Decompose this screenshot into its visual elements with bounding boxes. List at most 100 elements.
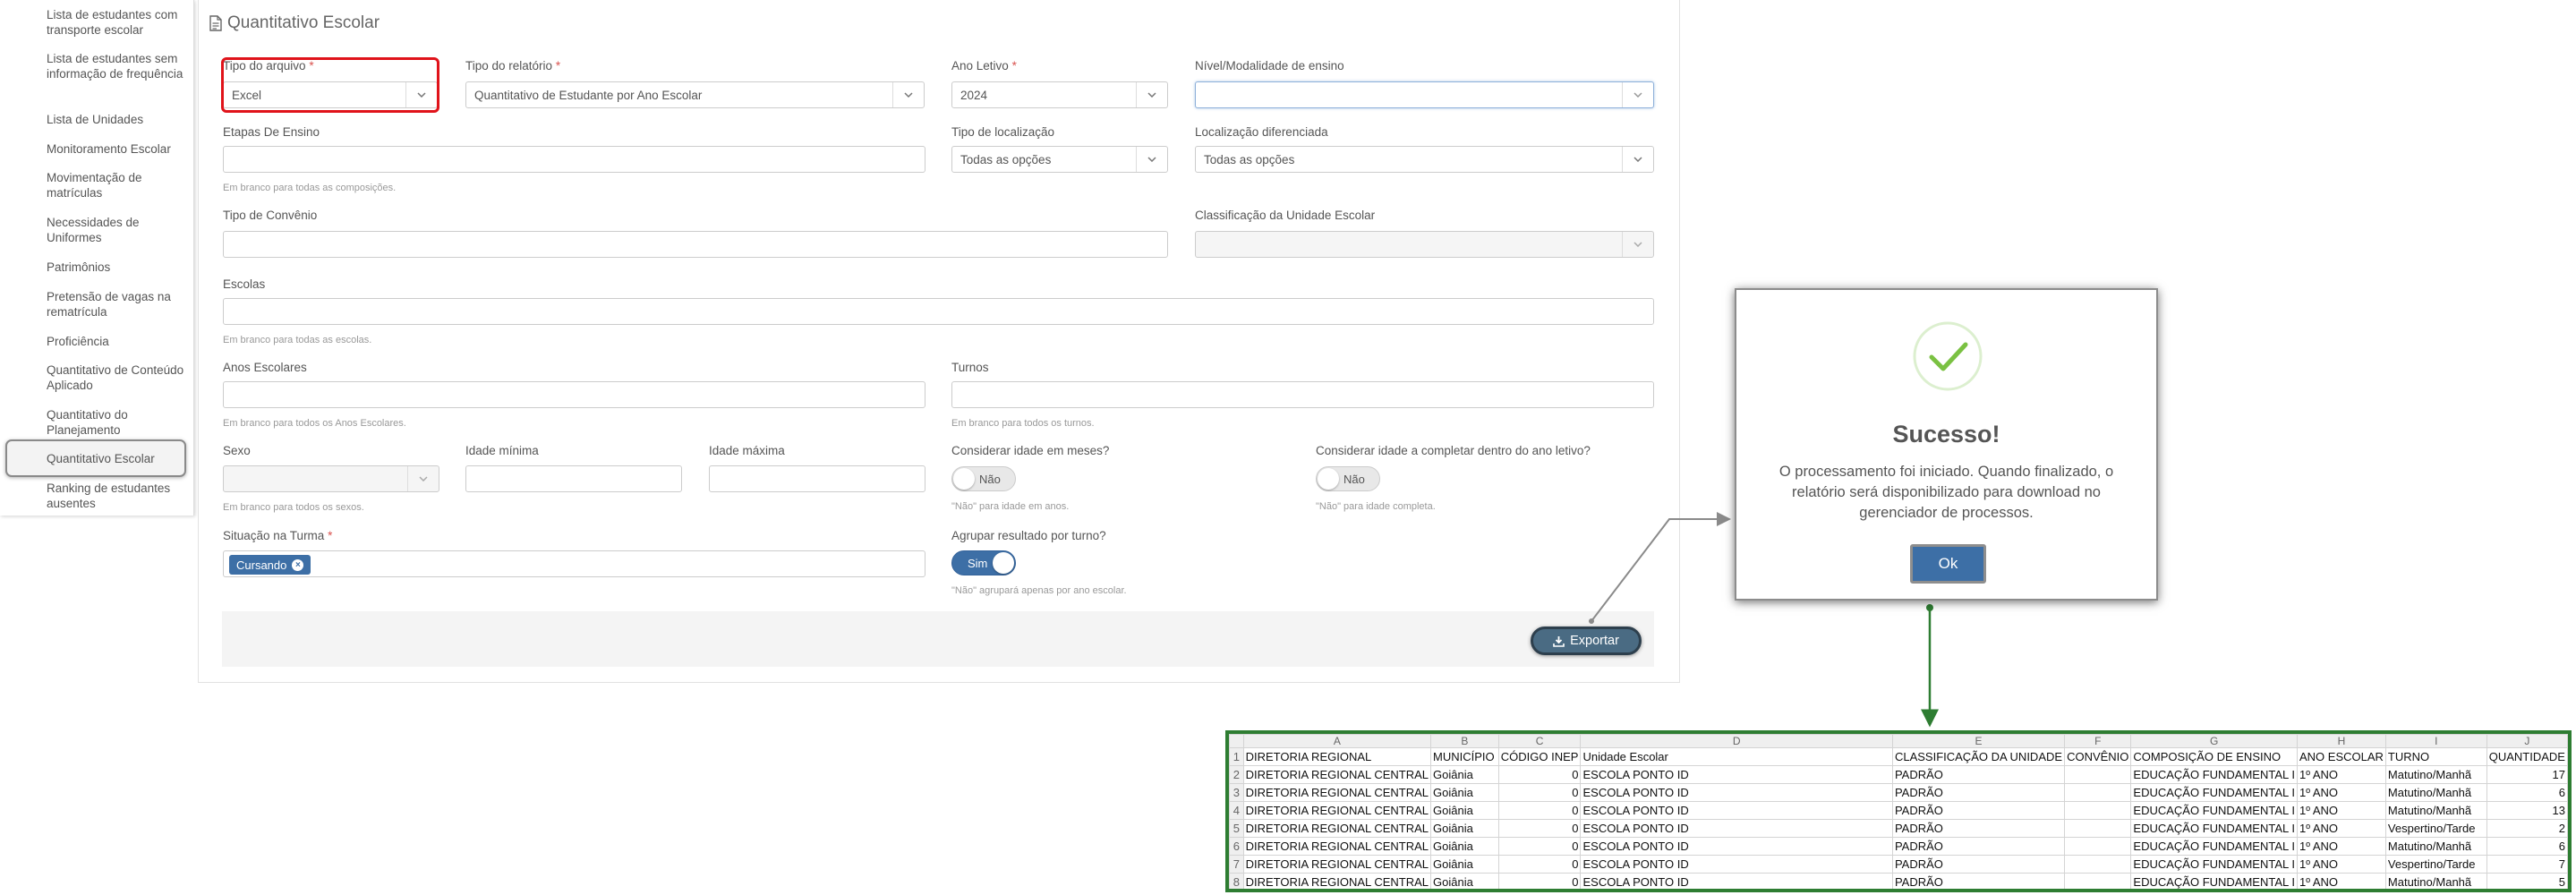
table-cell[interactable]: 7 [2486, 855, 2568, 874]
table-cell[interactable]: EDUCAÇÃO FUNDAMENTAL I [2130, 855, 2298, 874]
table-cell[interactable]: ESCOLA PONTO ID [1580, 783, 1893, 802]
table-cell[interactable]: Matutino/Manhã [2384, 801, 2487, 820]
column-header[interactable]: E [1891, 734, 2066, 748]
table-cell[interactable]: EDUCAÇÃO FUNDAMENTAL I [2130, 873, 2298, 889]
table-cell[interactable]: EDUCAÇÃO FUNDAMENTAL I [2130, 837, 2298, 856]
table-cell[interactable]: 1º ANO [2296, 837, 2386, 856]
column-header[interactable]: F [2064, 734, 2132, 748]
row-number[interactable]: 4 [1229, 801, 1244, 820]
row-number[interactable]: 8 [1229, 873, 1244, 889]
table-cell[interactable]: Goiânia [1430, 837, 1499, 856]
column-header[interactable]: B [1430, 734, 1499, 748]
table-cell[interactable]: PADRÃO [1891, 837, 2066, 856]
table-cell[interactable]: 1º ANO [2296, 855, 2386, 874]
table-cell[interactable]: PADRÃO [1891, 765, 2066, 784]
table-cell[interactable]: Unidade Escolar [1580, 747, 1893, 766]
table-cell[interactable]: DIRETORIA REGIONAL CENTRAL [1242, 873, 1432, 889]
table-cell[interactable]: Matutino/Manhã [2384, 783, 2487, 802]
table-cell[interactable]: 0 [1497, 837, 1582, 856]
table-cell[interactable]: 2 [2486, 819, 2568, 838]
table-cell[interactable]: 1º ANO [2296, 819, 2386, 838]
row-number[interactable]: 5 [1229, 819, 1244, 838]
table-cell[interactable]: 0 [1497, 801, 1582, 820]
column-header[interactable]: D [1580, 734, 1893, 748]
column-header[interactable]: I [2384, 734, 2487, 748]
column-header[interactable]: C [1497, 734, 1582, 748]
table-cell[interactable]: DIRETORIA REGIONAL CENTRAL [1242, 765, 1432, 784]
table-cell[interactable]: Goiânia [1430, 783, 1499, 802]
table-cell[interactable]: PADRÃO [1891, 783, 2066, 802]
table-cell[interactable] [2064, 873, 2132, 889]
table-cell[interactable]: 17 [2486, 765, 2568, 784]
row-number[interactable]: 1 [1229, 747, 1244, 766]
table-cell[interactable]: 0 [1497, 873, 1582, 889]
table-cell[interactable]: EDUCAÇÃO FUNDAMENTAL I [2130, 765, 2298, 784]
column-header[interactable]: A [1242, 734, 1432, 748]
table-cell[interactable]: ESCOLA PONTO ID [1580, 819, 1893, 838]
table-cell[interactable]: ESCOLA PONTO ID [1580, 837, 1893, 856]
table-cell[interactable]: ANO ESCOLAR [2296, 747, 2386, 766]
table-cell[interactable]: EDUCAÇÃO FUNDAMENTAL I [2130, 783, 2298, 802]
table-cell[interactable]: 0 [1497, 765, 1582, 784]
column-header[interactable]: J [2486, 734, 2568, 748]
table-cell[interactable]: 0 [1497, 855, 1582, 874]
table-cell[interactable]: Vespertino/Tarde [2384, 855, 2487, 874]
table-cell[interactable]: 13 [2486, 801, 2568, 820]
table-cell[interactable]: CÓDIGO INEP [1497, 747, 1582, 766]
table-cell[interactable]: ESCOLA PONTO ID [1580, 765, 1893, 784]
table-cell[interactable]: 6 [2486, 783, 2568, 802]
table-cell[interactable]: DIRETORIA REGIONAL CENTRAL [1242, 801, 1432, 820]
table-cell[interactable]: ESCOLA PONTO ID [1580, 873, 1893, 889]
table-cell[interactable]: 1º ANO [2296, 765, 2386, 784]
table-cell[interactable]: DIRETORIA REGIONAL CENTRAL [1242, 819, 1432, 838]
table-cell[interactable]: 1º ANO [2296, 801, 2386, 820]
table-cell[interactable]: MUNICÍPIO [1430, 747, 1499, 766]
table-cell[interactable]: TURNO [2384, 747, 2487, 766]
table-cell[interactable]: 1º ANO [2296, 873, 2386, 889]
row-number[interactable]: 7 [1229, 855, 1244, 874]
table-cell[interactable]: Goiânia [1430, 873, 1499, 889]
table-cell[interactable]: PADRÃO [1891, 819, 2066, 838]
table-cell[interactable]: 6 [2486, 837, 2568, 856]
table-cell[interactable]: Goiânia [1430, 801, 1499, 820]
table-cell[interactable]: 0 [1497, 783, 1582, 802]
table-cell[interactable]: Goiânia [1430, 819, 1499, 838]
table-cell[interactable]: Goiânia [1430, 765, 1499, 784]
table-cell[interactable]: ESCOLA PONTO ID [1580, 855, 1893, 874]
table-cell[interactable] [2064, 765, 2132, 784]
table-cell[interactable]: 1º ANO [2296, 783, 2386, 802]
table-cell[interactable]: COMPOSIÇÃO DE ENSINO [2130, 747, 2298, 766]
row-number[interactable]: 6 [1229, 837, 1244, 856]
table-cell[interactable] [2064, 801, 2132, 820]
table-cell[interactable] [2064, 855, 2132, 874]
table-cell[interactable] [2064, 783, 2132, 802]
table-cell[interactable]: DIRETORIA REGIONAL CENTRAL [1242, 783, 1432, 802]
table-cell[interactable]: Matutino/Manhã [2384, 873, 2487, 889]
corner-cell [1229, 734, 1244, 748]
ok-button[interactable]: Ok [1910, 544, 1986, 584]
table-cell[interactable]: Matutino/Manhã [2384, 765, 2487, 784]
table-cell[interactable]: PADRÃO [1891, 873, 2066, 889]
table-cell[interactable]: Matutino/Manhã [2384, 837, 2487, 856]
row-number[interactable]: 2 [1229, 765, 1244, 784]
table-cell[interactable]: PADRÃO [1891, 855, 2066, 874]
column-header[interactable]: G [2130, 734, 2298, 748]
table-cell[interactable]: 5 [2486, 873, 2568, 889]
table-cell[interactable]: DIRETORIA REGIONAL CENTRAL [1242, 837, 1432, 856]
table-cell[interactable]: DIRETORIA REGIONAL [1242, 747, 1432, 766]
table-cell[interactable]: CONVÊNIO [2064, 747, 2132, 766]
table-cell[interactable]: EDUCAÇÃO FUNDAMENTAL I [2130, 801, 2298, 820]
table-cell[interactable]: PADRÃO [1891, 801, 2066, 820]
table-cell[interactable]: CLASSIFICAÇÃO DA UNIDADE [1891, 747, 2066, 766]
table-cell[interactable]: QUANTIDADE [2486, 747, 2568, 766]
table-cell[interactable]: Goiânia [1430, 855, 1499, 874]
table-cell[interactable] [2064, 819, 2132, 838]
table-cell[interactable]: 0 [1497, 819, 1582, 838]
table-cell[interactable]: DIRETORIA REGIONAL CENTRAL [1242, 855, 1432, 874]
column-header[interactable]: H [2296, 734, 2386, 748]
table-cell[interactable]: EDUCAÇÃO FUNDAMENTAL I [2130, 819, 2298, 838]
table-cell[interactable] [2064, 837, 2132, 856]
table-cell[interactable]: ESCOLA PONTO ID [1580, 801, 1893, 820]
row-number[interactable]: 3 [1229, 783, 1244, 802]
table-cell[interactable]: Vespertino/Tarde [2384, 819, 2487, 838]
